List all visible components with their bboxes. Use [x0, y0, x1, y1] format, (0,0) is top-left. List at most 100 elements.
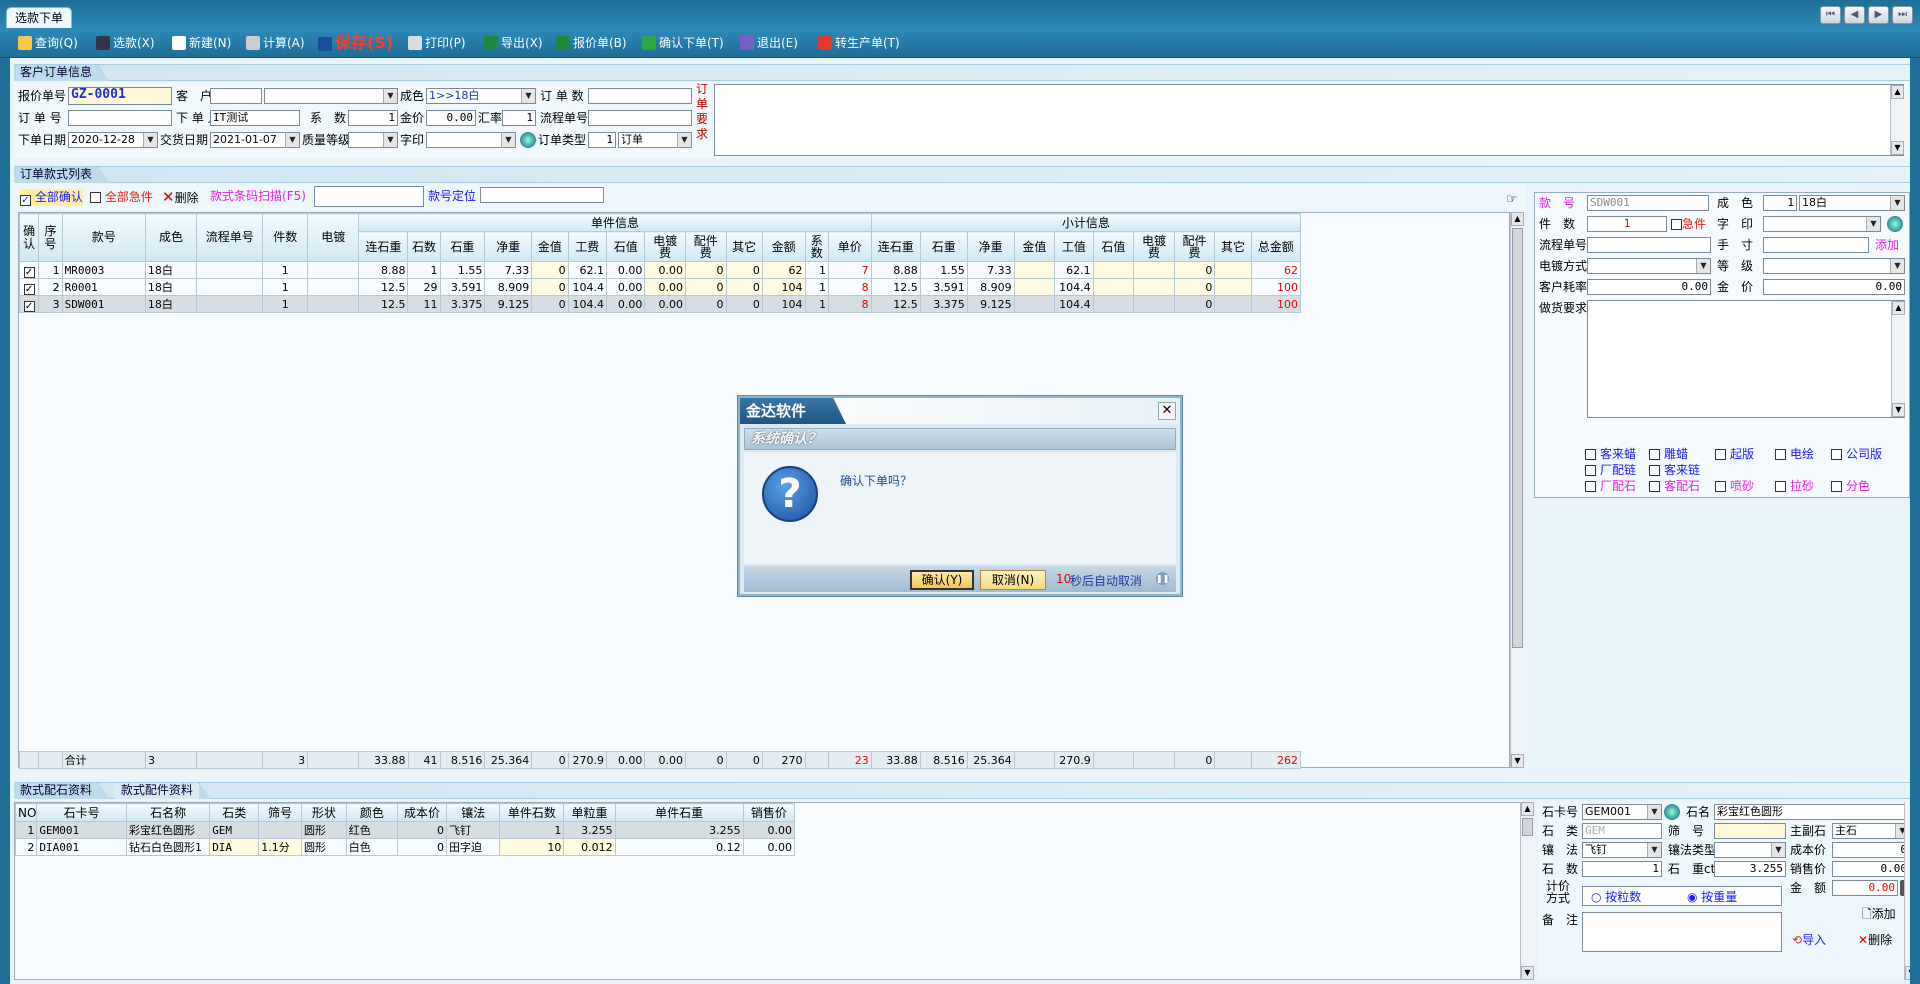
- table-cell[interactable]: 8.88: [870, 261, 921, 279]
- table-cell[interactable]: [307, 278, 360, 296]
- column-header[interactable]: 形状: [300, 803, 347, 822]
- table-cell[interactable]: DIA001: [36, 838, 127, 856]
- table-cell[interactable]: 1: [499, 821, 565, 839]
- table-cell[interactable]: 0: [684, 278, 727, 296]
- add-size-link[interactable]: 添加: [1875, 237, 1899, 253]
- search-icon[interactable]: [1887, 216, 1903, 232]
- table-cell[interactable]: 8.88: [358, 261, 409, 279]
- table-cell[interactable]: 圆形: [300, 821, 347, 839]
- table-cell[interactable]: 0: [531, 261, 569, 279]
- table-cell[interactable]: 1: [804, 278, 829, 296]
- column-header[interactable]: 镶法: [446, 803, 501, 822]
- by-weight-radio[interactable]: ◉ 按重量: [1687, 889, 1737, 905]
- table-cell[interactable]: 1: [38, 261, 63, 279]
- order-no-field[interactable]: [68, 110, 172, 126]
- table-cell[interactable]: 圆形: [300, 838, 347, 856]
- scroll-up-icon[interactable]: ▲: [1511, 212, 1524, 226]
- table-cell[interactable]: 104.4: [567, 278, 607, 296]
- scroll-down-icon[interactable]: ▼: [1892, 403, 1905, 417]
- order-date-picker[interactable]: 2020-12-28: [68, 132, 158, 148]
- window-tab[interactable]: 选款下单: [6, 7, 73, 28]
- table-cell[interactable]: 3.591: [919, 278, 968, 296]
- detail-flow-field[interactable]: [1587, 237, 1711, 253]
- urgent-toggle[interactable]: 急件: [1671, 216, 1706, 232]
- stone-scrollbar[interactable]: ▲ ▼: [1520, 802, 1534, 980]
- close-icon[interactable]: ✕: [1158, 402, 1176, 420]
- column-header[interactable]: NO: [14, 803, 38, 822]
- cost-field[interactable]: 0: [1832, 842, 1910, 858]
- detail-color-select[interactable]: 18白: [1799, 195, 1905, 211]
- factor-field[interactable]: 1: [348, 110, 398, 126]
- table-cell[interactable]: 62: [761, 261, 806, 279]
- craft-option-checkbox[interactable]: 公司版: [1831, 447, 1882, 461]
- list-scrollbar[interactable]: ▲ ▼: [1510, 212, 1524, 768]
- toolbar-button-1[interactable]: 选款(X): [96, 33, 155, 53]
- table-cell[interactable]: 8: [827, 278, 872, 296]
- craft-option-checkbox[interactable]: 拉砂: [1775, 479, 1814, 493]
- table-cell[interactable]: 104.4: [1054, 278, 1094, 296]
- column-header[interactable]: 净重: [484, 231, 533, 262]
- rate-field[interactable]: 1: [502, 110, 536, 126]
- table-cell[interactable]: 0: [1173, 295, 1216, 313]
- table-cell[interactable]: 3.255: [614, 821, 744, 839]
- column-header[interactable]: 成色: [144, 213, 198, 262]
- table-cell[interactable]: 0.00: [742, 821, 796, 839]
- table-cell[interactable]: ✓: [18, 295, 40, 313]
- column-header[interactable]: 石卡号: [36, 803, 127, 822]
- table-cell[interactable]: 3.591: [439, 278, 486, 296]
- table-cell[interactable]: GEM: [209, 821, 260, 839]
- column-header[interactable]: 系数: [804, 231, 829, 262]
- table-cell[interactable]: [307, 295, 360, 313]
- toolbar-button-5[interactable]: 打印(P): [408, 33, 466, 53]
- table-cell[interactable]: 0.00: [644, 261, 686, 279]
- table-cell[interactable]: [196, 295, 264, 313]
- column-header[interactable]: 确认: [18, 213, 40, 262]
- requirement-scrollbar[interactable]: ▲ ▼: [1890, 85, 1904, 155]
- table-cell[interactable]: SDW001: [61, 295, 146, 313]
- quote-no-field[interactable]: GZ-0001: [68, 87, 172, 105]
- order-type-select[interactable]: 订单: [618, 132, 692, 148]
- cancel-button[interactable]: 取消(N): [980, 570, 1046, 590]
- table-cell[interactable]: 62: [1250, 261, 1302, 279]
- scroll-up-icon[interactable]: ▲: [1891, 85, 1904, 99]
- table-cell[interactable]: [1214, 295, 1252, 313]
- table-cell[interactable]: 钻石白色圆形1: [125, 838, 211, 856]
- table-cell[interactable]: 彩宝红色圆形: [125, 821, 211, 839]
- table-cell[interactable]: 3.375: [439, 295, 486, 313]
- column-header[interactable]: 工值: [1054, 231, 1094, 262]
- flow-no-field[interactable]: [588, 110, 692, 126]
- table-cell[interactable]: 100: [1250, 278, 1302, 296]
- by-count-radio[interactable]: ○ 按粒数: [1591, 889, 1641, 905]
- stone-card-select[interactable]: GEM001: [1582, 804, 1662, 820]
- table-cell[interactable]: 0.012: [563, 838, 616, 856]
- column-header[interactable]: 金额: [761, 231, 806, 262]
- scroll-down-icon[interactable]: ▼: [1891, 141, 1904, 155]
- search-icon[interactable]: [1664, 804, 1680, 820]
- add-stone-button[interactable]: 🗋添加: [1862, 906, 1896, 922]
- confirm-all-toggle[interactable]: ✓ 全部确认: [20, 189, 83, 206]
- table-cell[interactable]: [258, 821, 302, 839]
- stone-weight-field[interactable]: 3.255: [1714, 861, 1786, 877]
- table-cell[interactable]: 1.1分: [258, 838, 302, 856]
- table-cell[interactable]: 18白: [144, 295, 198, 313]
- table-cell[interactable]: 104: [761, 278, 806, 296]
- delivery-date-picker[interactable]: 2021-01-07: [210, 132, 300, 148]
- table-cell[interactable]: 9.125: [966, 295, 1015, 313]
- column-header[interactable]: 销售价: [742, 803, 796, 822]
- table-cell[interactable]: 62.1: [567, 261, 607, 279]
- table-cell[interactable]: 1: [804, 295, 829, 313]
- order-requirement-textarea[interactable]: [714, 84, 1904, 156]
- column-header[interactable]: 件数: [262, 213, 309, 262]
- table-cell[interactable]: 0: [725, 261, 763, 279]
- scroll-up-icon[interactable]: ▲: [1892, 301, 1905, 315]
- table-cell[interactable]: 12.5: [870, 295, 921, 313]
- color-select[interactable]: 1>>18白: [426, 88, 536, 104]
- column-header[interactable]: 配件费: [1173, 231, 1216, 262]
- detail-color-code[interactable]: 1: [1763, 195, 1797, 211]
- column-header[interactable]: 净重: [966, 231, 1015, 262]
- table-cell[interactable]: [1092, 261, 1135, 279]
- craft-option-checkbox[interactable]: 厂配链: [1585, 463, 1636, 477]
- grade-select[interactable]: [1763, 258, 1905, 274]
- table-cell[interactable]: 0.00: [605, 278, 646, 296]
- table-cell[interactable]: 7.33: [484, 261, 533, 279]
